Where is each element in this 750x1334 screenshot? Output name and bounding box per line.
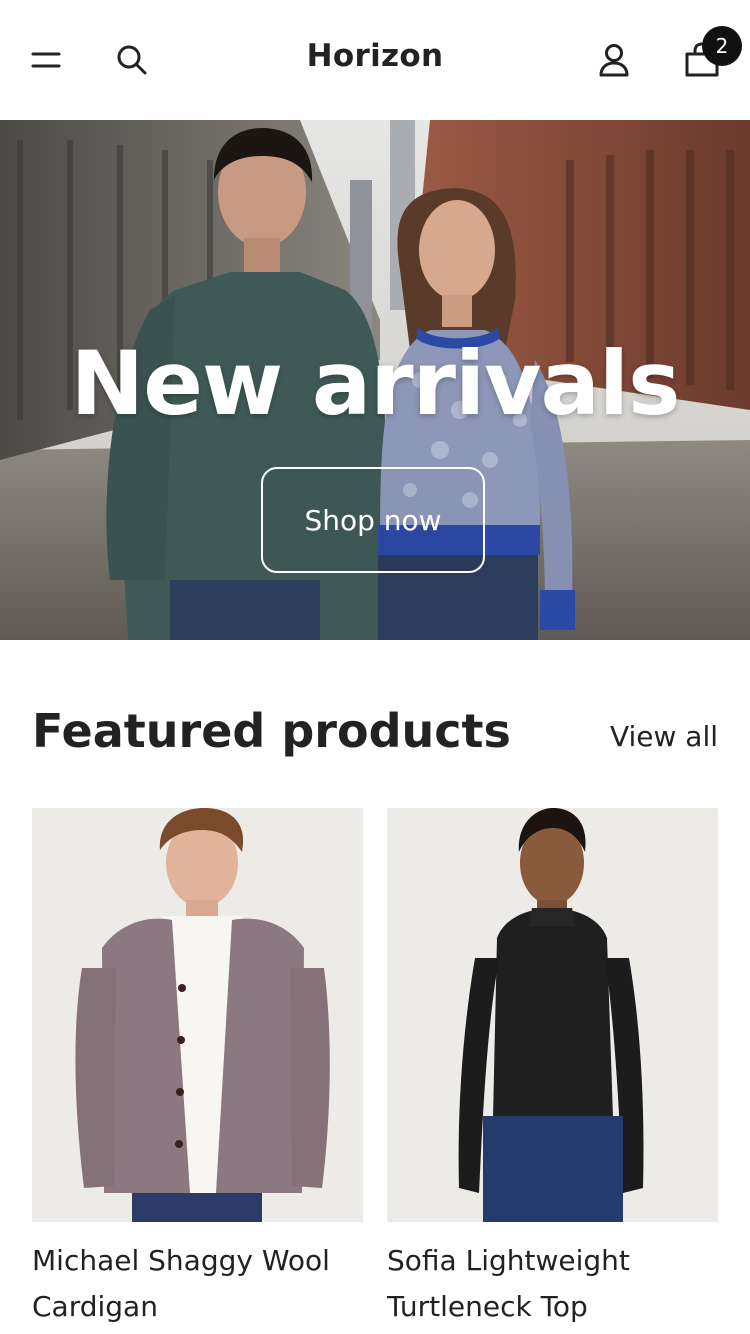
view-all-link[interactable]: View all — [610, 720, 718, 753]
hero-title: New arrivals — [70, 332, 681, 435]
page: Horizon 2 New arrivals Shop now Featured… — [0, 0, 750, 1334]
account-button[interactable] — [584, 30, 644, 90]
product-image[interactable] — [387, 808, 718, 1222]
product-image[interactable] — [32, 808, 363, 1222]
hero-banner: New arrivals Shop now — [0, 120, 750, 640]
product-card[interactable]: Sofia Lightweight Turtleneck Top — [387, 808, 718, 1330]
featured-products-heading: Featured products — [32, 704, 511, 758]
cart-count-badge: 2 — [702, 26, 742, 66]
account-icon — [599, 44, 629, 77]
site-header: Horizon 2 — [0, 0, 750, 120]
shop-now-button[interactable]: Shop now — [261, 467, 485, 573]
product-card[interactable]: Michael Shaggy Wool Cardigan — [32, 808, 363, 1330]
product-name[interactable]: Michael Shaggy Wool Cardigan — [32, 1238, 363, 1330]
product-name[interactable]: Sofia Lightweight Turtleneck Top — [387, 1238, 718, 1330]
